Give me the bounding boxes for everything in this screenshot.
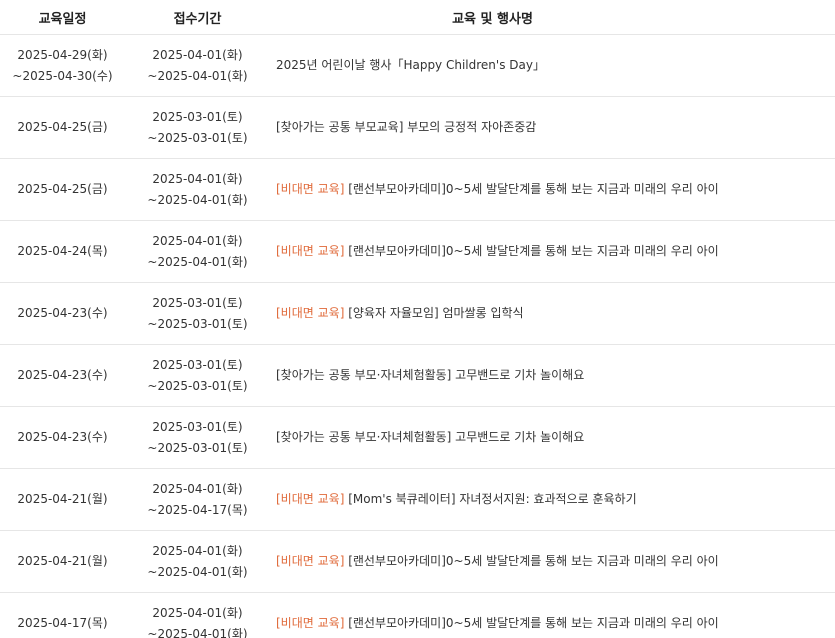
header-registration: 접수기간 xyxy=(173,11,222,27)
registration-start: 2025-04-01(화) xyxy=(152,47,243,62)
event-date-start: 2025-04-23(수) xyxy=(17,430,108,444)
event-date: 2025-04-25(금) xyxy=(0,179,125,200)
table-row[interactable]: 2025-04-23(수) 2025-03-01(토) ~2025-03-01(토)… xyxy=(0,283,835,345)
event-title-cell[interactable]: [찾아가는 공통 부모교육] 부모의 긍정적 자아존중감 xyxy=(270,117,835,138)
registration-period: 2025-04-01(화) ~2025-04-01(화) xyxy=(125,45,270,87)
event-title-cell[interactable]: [찾아가는 공통 부모·자녀체험활동] 고무밴드로 기차 놀이해요 xyxy=(270,365,835,386)
registration-end: ~2025-03-01(토) xyxy=(147,316,248,331)
registration-start: 2025-04-01(화) xyxy=(152,481,243,496)
event-date-end: ~2025-04-30(수) xyxy=(12,68,113,83)
event-title-link[interactable]: [찾아가는 공통 부모교육] 부모의 긍정적 자아존중감 xyxy=(276,120,536,134)
event-title-link[interactable]: [랜선부모아카데미]0~5세 발달단계를 통해 보는 지금과 미래의 우리 아이 xyxy=(344,182,719,196)
registration-start: 2025-04-01(화) xyxy=(152,605,243,620)
registration-end: ~2025-03-01(토) xyxy=(147,130,248,145)
online-education-tag: [비대면 교육] xyxy=(276,182,345,196)
registration-end: ~2025-03-01(토) xyxy=(147,440,248,455)
event-date: 2025-04-21(월) xyxy=(0,551,125,572)
table-row[interactable]: 2025-04-25(금) 2025-04-01(화) ~2025-04-01(화)… xyxy=(0,159,835,221)
registration-period: 2025-03-01(토) ~2025-03-01(토) xyxy=(125,107,270,149)
online-education-tag: [비대면 교육] xyxy=(276,492,345,506)
registration-period: 2025-04-01(화) ~2025-04-17(목) xyxy=(125,479,270,521)
event-date: 2025-04-23(수) xyxy=(0,427,125,448)
event-date-start: 2025-04-23(수) xyxy=(17,368,108,382)
event-date-start: 2025-04-17(목) xyxy=(17,616,108,630)
event-date-start: 2025-04-29(화) xyxy=(17,47,108,62)
online-education-tag: [비대면 교육] xyxy=(276,616,345,630)
event-title-cell[interactable]: [비대면 교육] [랜선부모아카데미]0~5세 발달단계를 통해 보는 지금과 … xyxy=(270,179,835,200)
table-row[interactable]: 2025-04-25(금) 2025-03-01(토) ~2025-03-01(토)… xyxy=(0,97,835,159)
registration-start: 2025-04-01(화) xyxy=(152,233,243,248)
event-title-link[interactable]: [양육자 자율모임] 엄마쌀롱 입학식 xyxy=(344,306,523,320)
table-header: 교육일정 접수기간 교육 및 행사명 xyxy=(0,0,835,35)
table-row[interactable]: 2025-04-21(월) 2025-04-01(화) ~2025-04-17(목)… xyxy=(0,469,835,531)
registration-end: ~2025-04-01(화) xyxy=(147,626,248,638)
table-row[interactable]: 2025-04-24(목) 2025-04-01(화) ~2025-04-01(화)… xyxy=(0,221,835,283)
table-body: 2025-04-29(화) ~2025-04-30(수) 2025-04-01(화)… xyxy=(0,35,835,638)
table-row[interactable]: 2025-04-29(화) ~2025-04-30(수) 2025-04-01(화)… xyxy=(0,35,835,97)
table-row[interactable]: 2025-04-17(목) 2025-04-01(화) ~2025-04-01(화)… xyxy=(0,593,835,638)
registration-period: 2025-03-01(토) ~2025-03-01(토) xyxy=(125,355,270,397)
registration-end: ~2025-03-01(토) xyxy=(147,378,248,393)
event-date: 2025-04-17(목) xyxy=(0,613,125,634)
registration-period: 2025-04-01(화) ~2025-04-01(화) xyxy=(125,603,270,638)
header-date: 교육일정 xyxy=(38,11,87,27)
registration-start: 2025-04-01(화) xyxy=(152,543,243,558)
event-title-link[interactable]: 2025년 어린이날 행사「Happy Children's Day」 xyxy=(276,58,545,72)
registration-period: 2025-03-01(토) ~2025-03-01(토) xyxy=(125,293,270,335)
event-date-start: 2025-04-25(금) xyxy=(17,182,108,196)
event-date: 2025-04-29(화) ~2025-04-30(수) xyxy=(0,45,125,87)
event-title-link[interactable]: [랜선부모아카데미]0~5세 발달단계를 통해 보는 지금과 미래의 우리 아이 xyxy=(344,616,719,630)
header-title: 교육 및 행사명 xyxy=(452,11,533,27)
event-date: 2025-04-24(목) xyxy=(0,241,125,262)
event-title-link[interactable]: [랜선부모아카데미]0~5세 발달단계를 통해 보는 지금과 미래의 우리 아이 xyxy=(344,244,719,258)
registration-start: 2025-03-01(토) xyxy=(152,419,243,434)
event-title-cell[interactable]: [비대면 교육] [양육자 자율모임] 엄마쌀롱 입학식 xyxy=(270,303,835,324)
events-table: 교육일정 접수기간 교육 및 행사명 2025-04-29(화) ~2025-04… xyxy=(0,0,835,638)
event-title-cell[interactable]: [비대면 교육] [랜선부모아카데미]0~5세 발달단계를 통해 보는 지금과 … xyxy=(270,613,835,634)
online-education-tag: [비대면 교육] xyxy=(276,306,345,320)
event-date-start: 2025-04-23(수) xyxy=(17,306,108,320)
event-title-link[interactable]: [찾아가는 공통 부모·자녀체험활동] 고무밴드로 기차 놀이해요 xyxy=(276,430,584,444)
online-education-tag: [비대면 교육] xyxy=(276,244,345,258)
table-row[interactable]: 2025-04-23(수) 2025-03-01(토) ~2025-03-01(토)… xyxy=(0,345,835,407)
registration-period: 2025-04-01(화) ~2025-04-01(화) xyxy=(125,231,270,273)
registration-end: ~2025-04-01(화) xyxy=(147,68,248,83)
registration-start: 2025-03-01(토) xyxy=(152,109,243,124)
event-title-link[interactable]: [Mom's 북큐레이터] 자녀정서지원: 효과적으로 훈육하기 xyxy=(344,492,636,506)
registration-start: 2025-03-01(토) xyxy=(152,357,243,372)
event-title-cell[interactable]: [비대면 교육] [Mom's 북큐레이터] 자녀정서지원: 효과적으로 훈육하… xyxy=(270,489,835,510)
registration-period: 2025-04-01(화) ~2025-04-01(화) xyxy=(125,169,270,211)
registration-period: 2025-04-01(화) ~2025-04-01(화) xyxy=(125,541,270,583)
event-date: 2025-04-23(수) xyxy=(0,303,125,324)
event-title-cell[interactable]: 2025년 어린이날 행사「Happy Children's Day」 xyxy=(270,55,835,76)
event-date-start: 2025-04-21(월) xyxy=(17,492,108,506)
registration-period: 2025-03-01(토) ~2025-03-01(토) xyxy=(125,417,270,459)
table-row[interactable]: 2025-04-21(월) 2025-04-01(화) ~2025-04-01(화)… xyxy=(0,531,835,593)
registration-start: 2025-04-01(화) xyxy=(152,171,243,186)
table-row[interactable]: 2025-04-23(수) 2025-03-01(토) ~2025-03-01(토)… xyxy=(0,407,835,469)
registration-end: ~2025-04-01(화) xyxy=(147,564,248,579)
registration-start: 2025-03-01(토) xyxy=(152,295,243,310)
event-title-link[interactable]: [찾아가는 공통 부모·자녀체험활동] 고무밴드로 기차 놀이해요 xyxy=(276,368,584,382)
online-education-tag: [비대면 교육] xyxy=(276,554,345,568)
event-date: 2025-04-25(금) xyxy=(0,117,125,138)
event-date-start: 2025-04-24(목) xyxy=(17,244,108,258)
event-date-start: 2025-04-25(금) xyxy=(17,120,108,134)
registration-end: ~2025-04-17(목) xyxy=(147,502,248,517)
event-title-cell[interactable]: [비대면 교육] [랜선부모아카데미]0~5세 발달단계를 통해 보는 지금과 … xyxy=(270,241,835,262)
event-date: 2025-04-21(월) xyxy=(0,489,125,510)
event-title-link[interactable]: [랜선부모아카데미]0~5세 발달단계를 통해 보는 지금과 미래의 우리 아이 xyxy=(344,554,719,568)
event-date: 2025-04-23(수) xyxy=(0,365,125,386)
event-title-cell[interactable]: [비대면 교육] [랜선부모아카데미]0~5세 발달단계를 통해 보는 지금과 … xyxy=(270,551,835,572)
registration-end: ~2025-04-01(화) xyxy=(147,192,248,207)
event-date-start: 2025-04-21(월) xyxy=(17,554,108,568)
registration-end: ~2025-04-01(화) xyxy=(147,254,248,269)
event-title-cell[interactable]: [찾아가는 공통 부모·자녀체험활동] 고무밴드로 기차 놀이해요 xyxy=(270,427,835,448)
